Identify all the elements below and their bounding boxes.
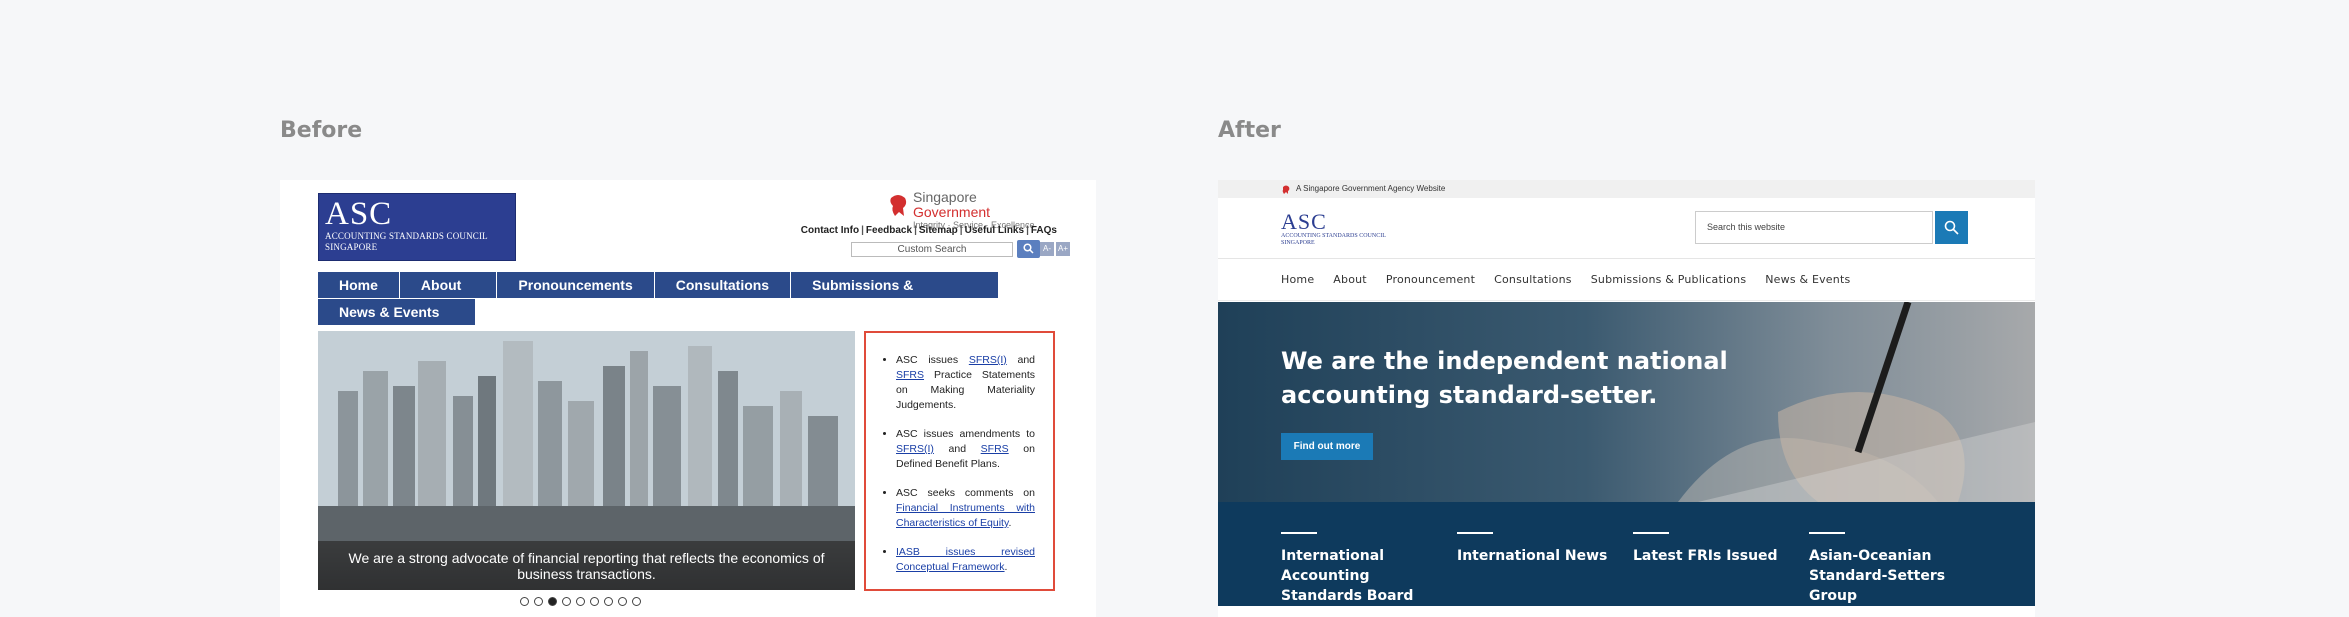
tile-international-news[interactable]: International News (1457, 532, 1617, 566)
carousel-dot[interactable] (520, 597, 529, 606)
utility-links: Contact Info | Feedback | Sitemap | Useful Lin… (800, 225, 1057, 236)
link-useful-links[interactable]: Useful Links (965, 225, 1024, 236)
news-item: ASC seeks comments on Financial Instrume… (896, 486, 1035, 531)
logo-line2: SINGAPORE (1281, 240, 1315, 246)
search-icon (1944, 220, 1959, 235)
lion-head-icon (890, 195, 907, 216)
link-faqs[interactable]: FAQs (1031, 225, 1057, 236)
tile-latest-fris[interactable]: Latest FRIs Issued (1633, 532, 1793, 566)
logo-line1: ACCOUNTING STANDARDS COUNCIL (325, 231, 488, 241)
logo-title: ASC (325, 196, 393, 232)
main-nav: Home About Us Pronouncements Consultatio… (318, 272, 999, 326)
carousel-dot[interactable] (618, 597, 627, 606)
carousel-indicators (520, 597, 641, 606)
news-link[interactable]: IASB issues revised Conceptual Framework (896, 546, 1035, 573)
news-item: ASC issues SFRS(I) and SFRS Practice Sta… (896, 353, 1035, 413)
nav-news-events[interactable]: News & Events (318, 299, 477, 325)
link-contact-info[interactable]: Contact Info (801, 225, 859, 236)
carousel-dot[interactable] (590, 597, 599, 606)
link-sitemap[interactable]: Sitemap (919, 225, 958, 236)
hero-banner: We are the independent national accounti… (1218, 302, 2035, 502)
news-link[interactable]: SFRS(I) (969, 354, 1007, 366)
nav-pronouncement[interactable]: Pronouncement (1386, 259, 1475, 300)
tile-label: Asian-Oceanian Standard-Setters Group (1809, 548, 1946, 604)
skyline-illustration (318, 331, 855, 541)
tile-label: Latest FRIs Issued (1633, 548, 1778, 564)
nav-news-events[interactable]: News & Events (1765, 259, 1850, 300)
before-heading: Before (280, 118, 363, 143)
nav-home[interactable]: Home (318, 272, 400, 298)
nav-about[interactable]: About (1333, 259, 1367, 300)
logo-line1: ACCOUNTING STANDARDS COUNCIL (1281, 233, 1386, 239)
site-header: ASC ACCOUNTING STANDARDS COUNCIL SINGAPO… (1218, 198, 2035, 259)
gov-wordmark: Singapore Government (913, 189, 991, 220)
link-feedback[interactable]: Feedback (866, 225, 912, 236)
font-decrease-button[interactable]: A- (1040, 242, 1054, 256)
lion-head-icon (1282, 185, 1290, 194)
carousel-dot[interactable] (576, 597, 585, 606)
tile-divider (1809, 532, 1845, 534)
after-heading: After (1218, 118, 1281, 143)
quick-links-band: International Accounting Standards Board… (1218, 502, 2035, 606)
asc-logo[interactable]: ASC ACCOUNTING STANDARDS COUNCIL SINGAPO… (318, 193, 516, 261)
news-link[interactable]: SFRS (981, 443, 1009, 455)
search-button[interactable] (1935, 211, 1968, 244)
tile-divider (1633, 532, 1669, 534)
after-screenshot: A Singapore Government Agency Website AS… (1218, 180, 2035, 617)
carousel-dot[interactable] (562, 597, 571, 606)
news-link[interactable]: SFRS (896, 369, 924, 381)
carousel-dot[interactable] (534, 597, 543, 606)
search-button[interactable] (1017, 240, 1040, 258)
nav-consultations[interactable]: Consultations (1494, 259, 1572, 300)
logo-title: ASC (1281, 209, 1327, 234)
hero-caption: We are a strong advocate of financial re… (318, 541, 855, 590)
tile-divider (1457, 532, 1493, 534)
nav-pronouncements[interactable]: Pronouncements (497, 272, 655, 298)
font-increase-button[interactable]: A+ (1056, 242, 1070, 256)
news-link[interactable]: SFRS(I) (896, 443, 934, 455)
news-panel: ASC issues SFRS(I) and SFRS Practice Sta… (864, 331, 1055, 591)
nav-submissions-publications[interactable]: Submissions & Publications (1591, 259, 1747, 300)
masthead-text: A Singapore Government Agency Website (1296, 184, 1446, 193)
tile-aosg[interactable]: Asian-Oceanian Standard-Setters Group (1809, 532, 1969, 606)
search-icon (1023, 243, 1034, 254)
tile-iasb[interactable]: International Accounting Standards Board (1281, 532, 1441, 606)
nav-consultations[interactable]: Consultations (654, 272, 792, 298)
tile-divider (1281, 532, 1317, 534)
main-nav: Home About Pronouncement Consultations S… (1218, 259, 2035, 301)
search-input[interactable]: Search this website (1695, 211, 1933, 244)
nav-submissions-publications[interactable]: Submissions & Publications (791, 272, 999, 319)
tile-label: International Accounting Standards Board (1281, 548, 1414, 604)
carousel-dot-active[interactable] (548, 597, 557, 606)
nav-about-us[interactable]: About Us (399, 272, 498, 319)
news-link[interactable]: Financial Instruments with Characteristi… (896, 502, 1035, 529)
before-screenshot: ASC ACCOUNTING STANDARDS COUNCIL SINGAPO… (280, 180, 1096, 617)
tile-label: International News (1457, 548, 1608, 564)
singapore-government-logo[interactable]: Singapore Government Integrity · Service… (887, 190, 1057, 230)
government-masthead: A Singapore Government Agency Website (1218, 180, 2035, 198)
asc-logo[interactable]: ASC ACCOUNTING STANDARDS COUNCIL SINGAPO… (1281, 211, 1386, 247)
nav-home[interactable]: Home (1281, 259, 1314, 300)
hero-carousel-image[interactable]: We are a strong advocate of financial re… (318, 331, 855, 590)
hero-title: We are the independent national accounti… (1281, 347, 1728, 409)
news-item: IASB issues revised Conceptual Framework… (896, 545, 1035, 575)
find-out-more-button[interactable]: Find out more (1281, 433, 1373, 460)
custom-search-input[interactable]: Custom Search (851, 242, 1013, 257)
news-item: ASC issues amendments to SFRS(I) and SFR… (896, 427, 1035, 472)
logo-line2: SINGAPORE (325, 242, 378, 252)
carousel-dot[interactable] (632, 597, 641, 606)
carousel-dot[interactable] (604, 597, 613, 606)
